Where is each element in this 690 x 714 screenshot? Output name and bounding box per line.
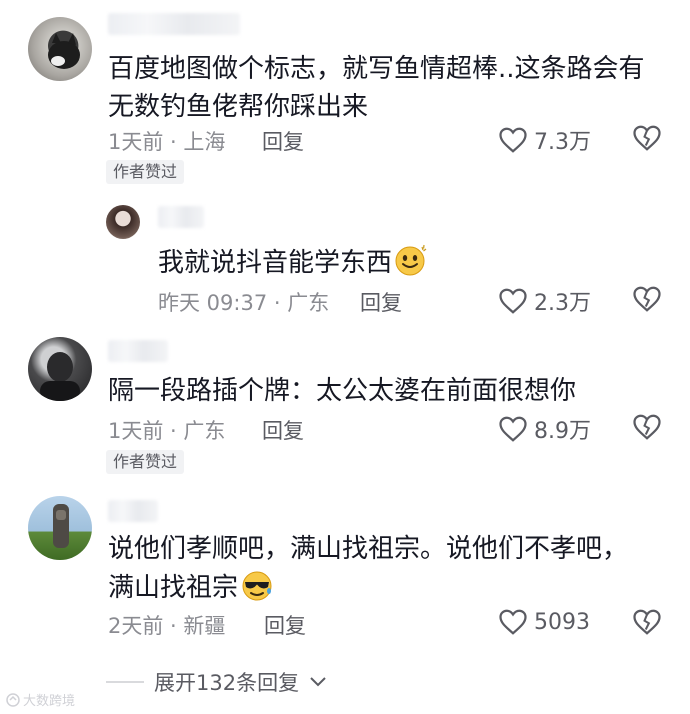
comment-text: 百度地图做个标志，就写鱼情超棒..这条路会有 无数钓鱼佬帮你踩出来 [108,54,645,122]
dislike-button[interactable] [632,124,662,156]
like-button[interactable]: 2.3万 [498,285,591,317]
expand-replies-label: 展开132条回复 [154,671,300,695]
like-count: 8.9万 [534,419,591,444]
comment-meta: 昨天 09:37 · 广东 [158,291,330,315]
person-avatar-image [40,352,80,401]
avatar[interactable] [28,337,92,401]
broken-heart-icon [633,286,661,312]
author-liked-badge: 作者赞过 [106,450,185,474]
like-button[interactable]: 5093 [498,608,590,636]
comment-meta: 1天前 · 上海 [108,130,226,154]
author-liked-badge: 作者赞过 [106,160,185,184]
watermark: 大数跨境 [6,690,75,709]
username-blurred[interactable] [158,206,204,228]
reply-button[interactable]: 回复 [264,610,306,640]
like-count: 2.3万 [534,291,591,316]
comment-meta: 1天前 · 广东 [108,419,226,443]
divider [106,681,144,683]
broken-heart-icon [633,414,661,440]
comment-meta: 2天前 · 新疆 [108,614,226,638]
username-blurred[interactable] [108,500,158,522]
cat-avatar-image [48,33,80,69]
like-button[interactable]: 8.9万 [498,413,591,445]
watermark-logo-icon [6,692,20,707]
like-button[interactable]: 7.3万 [498,124,591,156]
broken-heart-icon [633,125,661,151]
heart-outline-icon [499,288,527,314]
username-blurred[interactable] [108,13,240,35]
dislike-button[interactable] [632,413,662,445]
comment-text: 说他们孝顺吧，满山找祖宗。说他们不孝吧， 满山找祖宗 [108,530,628,613]
broken-heart-icon [633,609,661,635]
like-count: 5093 [534,609,590,635]
comment-text: 我就说抖音能学东西 [158,243,428,288]
reply-button[interactable]: 回复 [262,126,304,156]
dislike-button[interactable] [632,285,662,317]
reply-button[interactable]: 回复 [360,287,402,317]
avatar[interactable] [106,205,140,239]
dislike-button[interactable] [632,608,662,640]
avatar[interactable] [28,496,92,560]
reply-button[interactable]: 回复 [262,415,304,445]
heart-outline-icon [499,416,527,442]
like-count: 7.3万 [534,130,591,155]
comment-text: 隔一段路插个牌：太公太婆在前面很想你 [108,376,577,406]
avatar[interactable] [28,17,92,81]
username-blurred[interactable] [108,340,168,362]
sunglasses-emoji-icon [240,568,274,613]
chevron-down-icon [310,677,326,687]
watermark-text: 大数跨境 [23,694,76,709]
smile-emoji-icon [394,243,428,288]
heart-outline-icon [499,609,527,635]
statue-avatar-image [53,504,69,548]
expand-replies-button[interactable]: 展开132条回复 [106,667,327,697]
heart-outline-icon [499,127,527,153]
